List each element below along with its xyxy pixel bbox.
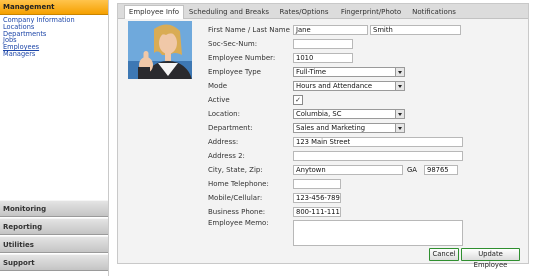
chevron-down-icon — [395, 110, 404, 118]
department-value: Sales and Marketing — [296, 124, 366, 132]
employee-memo-textarea[interactable] — [293, 220, 463, 246]
sidebar-section-reporting[interactable]: Reporting — [0, 218, 108, 235]
tab-fingerprint-photo[interactable]: Fingerprint/Photo — [336, 6, 406, 18]
management-menu: Company Information Locations Department… — [3, 17, 75, 58]
employee-panel: Employee Info Scheduling and Breaks Rate… — [117, 3, 529, 269]
business-phone-label: Business Phone: — [208, 208, 266, 216]
city-input[interactable]: Anytown — [293, 165, 403, 175]
address-label: Address: — [208, 138, 239, 146]
active-checkbox[interactable]: ✓ — [293, 95, 303, 105]
employee-type-label: Employee Type — [208, 68, 261, 76]
first-name-input[interactable]: Jane — [293, 25, 368, 35]
employee-number-label: Employee Number: — [208, 54, 276, 62]
business-phone-input[interactable]: 800-111-1111 — [293, 207, 341, 217]
city-state-zip-label: City, State, Zip: — [208, 166, 263, 174]
section-label: Support — [3, 259, 35, 267]
tab-notifications[interactable]: Notifications — [410, 6, 458, 18]
cancel-button[interactable]: Cancel — [429, 248, 459, 261]
chevron-down-icon — [395, 68, 404, 76]
mobile-label: Mobile/Cellular: — [208, 194, 263, 202]
mobile-input[interactable]: 123-456-7890 — [293, 193, 341, 203]
home-telephone-label: Home Telephone: — [208, 180, 269, 188]
mode-value: Hours and Attendance — [296, 82, 373, 90]
employee-photo — [128, 21, 192, 79]
tab-scheduling-and-breaks[interactable]: Scheduling and Breaks — [188, 6, 270, 18]
sidebar-section-utilities[interactable]: Utilities — [0, 236, 108, 253]
department-select[interactable]: Sales and Marketing — [293, 123, 405, 133]
employee-memo-label: Employee Memo: — [208, 219, 269, 227]
address2-label: Address 2: — [208, 152, 245, 160]
chevron-down-icon — [395, 82, 404, 90]
address2-input[interactable] — [293, 151, 463, 161]
mode-label: Mode — [208, 82, 228, 90]
location-select[interactable]: Columbia, SC — [293, 109, 405, 119]
home-telephone-input[interactable] — [293, 179, 341, 189]
first-last-name-label: First Name / Last Name — [208, 26, 290, 34]
last-name-input[interactable]: Smith — [370, 25, 461, 35]
location-value: Columbia, SC — [296, 110, 342, 118]
management-section-header[interactable]: Management — [0, 0, 108, 15]
mode-select[interactable]: Hours and Attendance — [293, 81, 405, 91]
tab-employee-info[interactable]: Employee Info — [124, 5, 184, 19]
sidebar-section-monitoring[interactable]: Monitoring — [0, 200, 108, 217]
ssn-input[interactable] — [293, 39, 353, 49]
section-label: Reporting — [3, 223, 43, 231]
ssn-label: Soc-Sec-Num: — [208, 40, 258, 48]
section-label: Monitoring — [3, 205, 47, 213]
management-title: Management — [3, 3, 55, 11]
department-label: Department: — [208, 124, 253, 132]
update-employee-button[interactable]: Update Employee — [461, 248, 520, 269]
employee-number-input[interactable]: 1010 — [293, 53, 353, 63]
tab-rates-options[interactable]: Rates/Options — [276, 6, 332, 18]
employee-type-value: Full-Time — [296, 68, 327, 76]
sidebar-section-support[interactable]: Support — [0, 254, 108, 271]
tab-bar: Employee Info Scheduling and Breaks Rate… — [118, 4, 528, 19]
zip-input[interactable]: 98765 — [424, 165, 458, 175]
sidebar: Management Company Information Locations… — [0, 0, 109, 276]
chevron-down-icon — [395, 124, 404, 132]
address-input[interactable]: 123 Main Street — [293, 137, 463, 147]
state-input[interactable]: GA — [404, 165, 422, 175]
active-label: Active — [208, 96, 230, 104]
employee-type-select[interactable]: Full-Time — [293, 67, 405, 77]
location-label: Location: — [208, 110, 240, 118]
section-label: Utilities — [3, 241, 34, 249]
sidebar-item-managers[interactable]: Managers — [3, 51, 75, 58]
